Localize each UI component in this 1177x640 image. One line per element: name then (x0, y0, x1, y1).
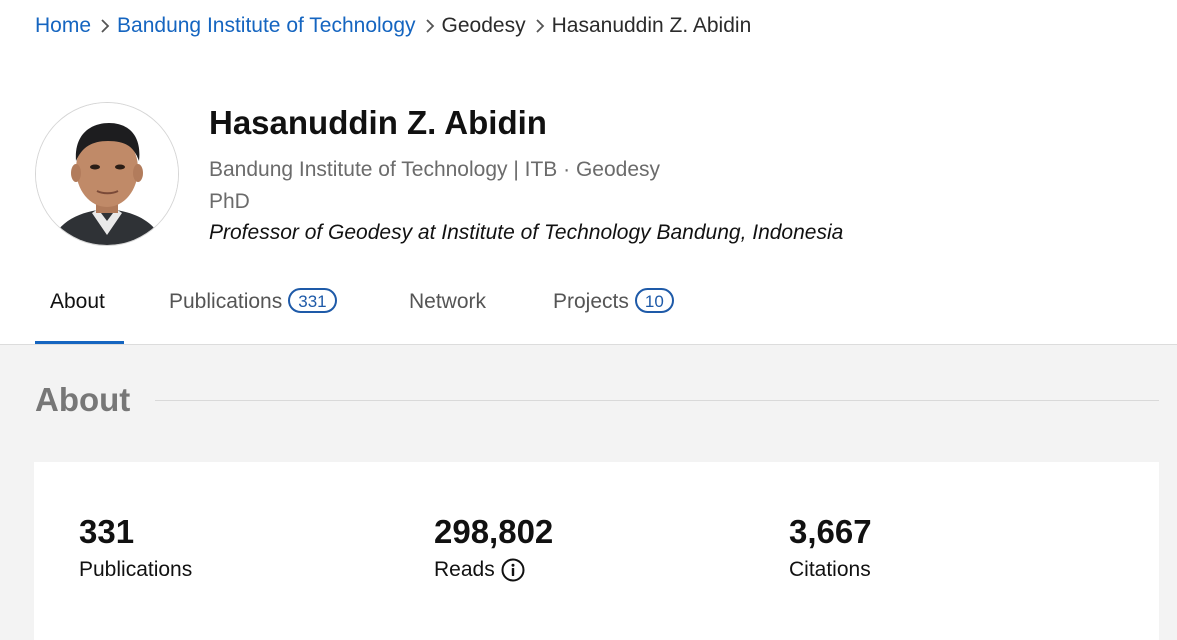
section-title: About (35, 381, 131, 418)
breadcrumb-home-link[interactable]: Home (35, 14, 91, 38)
tab-network-label: Network (409, 290, 487, 313)
tab-about-label: About (50, 290, 105, 313)
stat-publications-value: 331 (79, 513, 135, 550)
tab-about[interactable]: About (35, 262, 169, 344)
breadcrumb-department: Geodesy (441, 14, 526, 37)
chevron-right-icon (420, 16, 440, 36)
avatar[interactable] (35, 102, 179, 246)
stat-reads-label: Reads (434, 558, 495, 581)
profile-affiliation[interactable]: Bandung Institute of Technology | ITB · … (209, 158, 660, 182)
tab-projects[interactable]: Projects 10 (553, 262, 703, 342)
breadcrumb-current: Hasanuddin Z. Abidin (551, 14, 752, 37)
stat-citations[interactable]: 3,667 Citations (789, 514, 872, 582)
profile-name: Hasanuddin Z. Abidin (209, 104, 547, 141)
about-section: About 331 Publications 298,802 Reads 3,6… (0, 345, 1177, 640)
tab-network[interactable]: Network (409, 262, 553, 342)
breadcrumb-institution-link[interactable]: Bandung Institute of Technology (117, 14, 416, 38)
tab-publications[interactable]: Publications 331 (169, 262, 409, 342)
stat-reads-value: 298,802 (434, 513, 554, 550)
stat-citations-value: 3,667 (789, 513, 872, 550)
stats-card: 331 Publications 298,802 Reads 3,667 Cit… (34, 462, 1159, 640)
chevron-right-icon (95, 16, 115, 36)
profile-position: Professor of Geodesy at Institute of Tec… (209, 221, 844, 244)
stat-publications[interactable]: 331 Publications (79, 514, 192, 582)
section-divider (155, 400, 1159, 401)
profile-tabs: About Publications 331 Network Projects … (35, 262, 703, 344)
tab-publications-label: Publications (169, 290, 283, 313)
stat-publications-label: Publications (79, 558, 193, 581)
breadcrumb: Home Bandung Institute of Technology Geo… (35, 12, 751, 40)
stat-reads: 298,802 Reads (434, 514, 553, 582)
info-icon[interactable] (501, 558, 525, 582)
publications-count-badge: 331 (288, 287, 337, 313)
chevron-right-icon (530, 16, 550, 36)
stat-citations-label: Citations (789, 558, 871, 581)
projects-count-badge: 10 (634, 287, 674, 313)
tab-projects-label: Projects (553, 290, 629, 313)
profile-degree: PhD (209, 190, 250, 213)
stat-reads-label-row: Reads (434, 558, 553, 582)
